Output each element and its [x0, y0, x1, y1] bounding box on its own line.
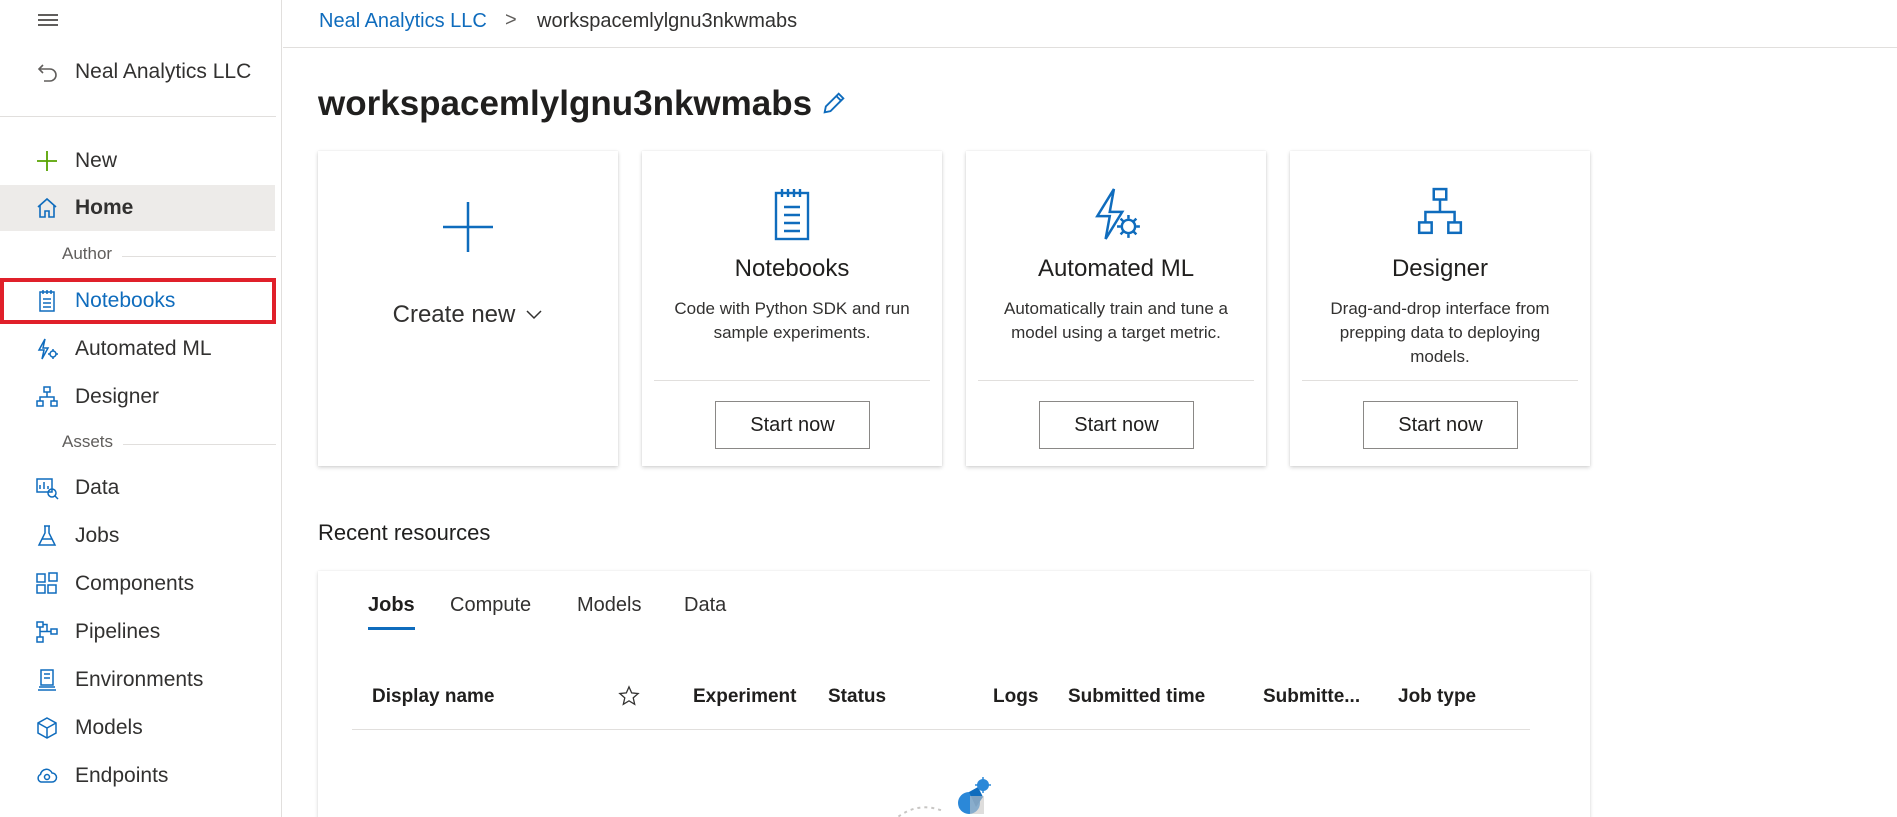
card-divider — [1302, 380, 1578, 381]
sidebar-item-label: Pipelines — [75, 620, 161, 643]
page-title: workspacemlylgnu3nkwmabs — [318, 84, 813, 123]
tab-data[interactable]: Data — [684, 594, 726, 630]
card-divider — [978, 380, 1254, 381]
card-title: Automated ML — [1037, 255, 1195, 282]
create-new-dropdown[interactable]: Create new — [318, 301, 618, 329]
card-title: Designer — [1391, 255, 1489, 282]
star-icon[interactable] — [618, 685, 640, 707]
designer-icon — [1417, 187, 1463, 235]
empty-state-illustration — [896, 777, 991, 817]
sidebar-item-notebooks[interactable]: Notebooks — [0, 278, 276, 324]
sidebar-item-label: Endpoints — [75, 764, 169, 787]
plus-icon — [37, 151, 57, 171]
automated-ml-start-now-button[interactable]: Start now — [1039, 401, 1194, 449]
tab-compute[interactable]: Compute — [450, 594, 531, 630]
tab-models[interactable]: Models — [577, 594, 641, 630]
sidebar-item-automated-ml[interactable]: Automated ML — [0, 326, 276, 372]
home-icon — [37, 197, 57, 218]
column-header-submitted-by[interactable]: Submitte... — [1263, 686, 1360, 708]
breadcrumb-org-link[interactable]: Neal Analytics LLC — [319, 10, 487, 33]
sidebar-item-label: Notebooks — [75, 289, 176, 312]
create-new-card[interactable]: Create new — [318, 151, 618, 466]
data-icon — [36, 478, 59, 500]
cube-icon — [37, 717, 57, 739]
designer-icon — [36, 386, 58, 407]
chevron-right-icon: > — [505, 9, 517, 31]
sidebar-item-models[interactable]: Models — [0, 705, 276, 751]
card-description: Drag-and-drop interface from prepping da… — [1330, 299, 1550, 366]
automated-ml-icon — [37, 338, 58, 360]
sidebar-item-components[interactable]: Components — [0, 561, 276, 607]
chevron-down-icon — [526, 310, 542, 320]
sidebar-item-label: Designer — [75, 385, 160, 408]
recent-resources-panel: Jobs Compute Models Data Display name Ex… — [318, 571, 1590, 817]
components-icon — [36, 572, 58, 594]
sidebar-divider — [0, 116, 276, 117]
sidebar-item-label: Data — [75, 476, 120, 499]
environments-icon — [38, 669, 56, 691]
column-header-display-name[interactable]: Display name — [372, 686, 495, 708]
flask-icon — [37, 525, 57, 546]
notebook-icon — [39, 290, 55, 312]
recent-resources-title: Recent resources — [318, 520, 491, 545]
card-divider — [654, 380, 930, 381]
sidebar-item-jobs[interactable]: Jobs — [0, 513, 276, 559]
section-title: Author — [62, 244, 123, 264]
column-header-logs[interactable]: Logs — [993, 686, 1038, 708]
column-header-job-type[interactable]: Job type — [1398, 686, 1476, 708]
card-title: Notebooks — [734, 255, 850, 282]
sidebar-item-label: Jobs — [75, 524, 120, 547]
table-header-divider — [352, 729, 1530, 730]
section-header-author: Author — [0, 244, 276, 268]
org-name: Neal Analytics LLC — [75, 60, 252, 83]
sidebar-item-pipelines[interactable]: Pipelines — [0, 609, 276, 655]
designer-card: Designer Drag-and-drop interface from pr… — [1290, 151, 1590, 466]
section-title: Assets — [62, 432, 124, 452]
sidebar-item-label: Components — [75, 572, 195, 595]
hamburger-menu-icon[interactable] — [38, 14, 60, 30]
sidebar-item-designer[interactable]: Designer — [0, 374, 276, 420]
card-description: Code with Python SDK and run sample expe… — [674, 299, 910, 342]
cloud-icon — [37, 768, 58, 783]
sidebar-item-label: Home — [75, 196, 134, 219]
pencil-edit-icon[interactable] — [820, 89, 848, 117]
automated-ml-icon — [1095, 188, 1140, 240]
card-description: Automatically train and tune a model usi… — [1004, 299, 1228, 342]
sidebar-item-home[interactable]: Home — [0, 185, 275, 231]
sidebar-item-new[interactable]: New — [0, 138, 276, 184]
large-plus-icon — [443, 202, 493, 252]
notebooks-start-now-button[interactable]: Start now — [715, 401, 870, 449]
back-to-org-link[interactable]: Neal Analytics LLC — [0, 52, 276, 92]
pipelines-icon — [36, 621, 58, 643]
notebook-icon — [774, 189, 810, 241]
column-header-submitted-time[interactable]: Submitted time — [1068, 686, 1205, 708]
back-arrow-icon — [37, 64, 57, 82]
notebooks-card: Notebooks Code with Python SDK and run s… — [642, 151, 942, 466]
sidebar-item-endpoints[interactable]: Endpoints — [0, 753, 276, 799]
create-new-label: Create new — [392, 301, 516, 328]
sidebar-item-label: Models — [75, 716, 143, 739]
designer-start-now-button[interactable]: Start now — [1363, 401, 1518, 449]
sidebar-item-data[interactable]: Data — [0, 465, 276, 511]
column-header-experiment[interactable]: Experiment — [693, 686, 796, 708]
sidebar-item-label: Environments — [75, 668, 204, 691]
breadcrumb-current: workspacemlylgnu3nkwmabs — [537, 10, 798, 32]
column-header-status[interactable]: Status — [828, 686, 886, 708]
sidebar-item-label: New — [75, 149, 118, 172]
sidebar-item-label: Automated ML — [75, 337, 212, 360]
sidebar-item-environments[interactable]: Environments — [0, 657, 276, 703]
breadcrumb: Neal Analytics LLC > workspacemlylgnu3nk… — [283, 0, 1897, 48]
tab-jobs[interactable]: Jobs — [368, 594, 415, 630]
section-header-assets: Assets — [0, 432, 276, 456]
automated-ml-card: Automated ML Automatically train and tun… — [966, 151, 1266, 466]
sidebar: Neal Analytics LLC New Home Author Noteb… — [0, 0, 282, 817]
